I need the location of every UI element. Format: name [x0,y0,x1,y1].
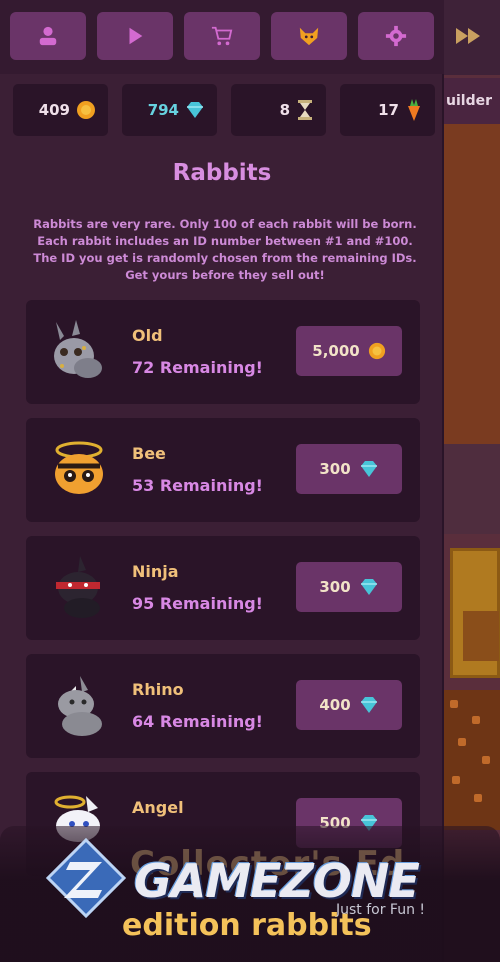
coin-count: 409 [38,101,70,119]
rabbit-remaining: 72 Remaining! [132,358,263,377]
gem-icon [187,102,203,118]
resource-bar: 409 794 8 17 [0,74,444,148]
price-label: 5,000 [312,342,360,360]
bg-building-card [450,548,500,678]
hourglass-icon [298,100,312,120]
bg-grid-band [444,444,500,534]
price-label: 300 [319,460,351,478]
play-icon [129,27,143,45]
rabbit-card-old: Old 72 Remaining! 5,000 [26,300,420,404]
rabbit-card-bee: Bee 53 Remaining! 300 [26,418,420,522]
background-game-scene: uilder [444,0,500,962]
fox-face-icon [299,27,319,46]
gem-icon [360,697,377,713]
pet-button[interactable] [271,12,347,60]
hourglass-counter: 8 [231,84,326,136]
shop-description: Rabbits are very rare. Only 100 of each … [33,217,417,282]
price-label: 300 [319,578,351,596]
rabbit-name: Old [132,326,163,345]
carrot-count: 17 [378,101,399,119]
cart-icon [211,26,233,46]
coin-counter: 409 [13,84,108,136]
shop-button[interactable] [184,12,260,60]
ninja-rabbit-portrait [56,556,100,618]
fast-forward-button[interactable] [448,18,488,54]
price-label: 400 [319,696,351,714]
gem-counter: 794 [122,84,217,136]
rabbit-remaining: 95 Remaining! [132,594,263,613]
buy-ninja-button[interactable]: 300 [296,562,402,612]
carrot-counter: 17 [340,84,435,136]
rabbit-name: Ninja [132,562,179,581]
rabbit-shop-panel: 409 794 8 17 Rabbits Rabbits are very ra… [0,0,444,962]
rhino-rabbit-portrait [58,676,102,736]
promo-logo-text: GAMEZONE [134,854,420,908]
rabbit-remaining: 64 Remaining! [132,712,263,731]
promo-subtitle: edition rabbits [122,908,372,943]
rabbit-card-rhino: Rhino 64 Remaining! 400 [26,654,420,758]
old-rabbit-portrait [54,320,102,378]
gem-icon [360,461,377,477]
hourglass-count: 8 [279,101,290,119]
bg-rock-field [444,690,500,830]
coin-icon [368,342,385,360]
buy-old-button[interactable]: 5,000 [296,326,402,376]
person-icon [39,26,57,46]
fast-forward-icon [456,28,480,44]
gear-icon [385,25,407,47]
buy-rhino-button[interactable]: 400 [296,680,402,730]
rabbit-name: Rhino [132,680,184,699]
gem-icon [360,579,377,595]
page-title: Rabbits [172,160,272,186]
buy-bee-button[interactable]: 300 [296,444,402,494]
carrot-icon [408,99,420,121]
profile-button[interactable] [10,12,86,60]
play-button[interactable] [97,12,173,60]
rabbit-name: Bee [132,444,166,463]
rabbit-remaining: 53 Remaining! [132,476,263,495]
gamezone-logo-icon [46,838,126,918]
gem-count: 794 [147,101,179,119]
coin-icon [77,101,95,119]
bee-rabbit-portrait [55,441,103,494]
rabbit-name: Angel [132,798,184,817]
promo-watermark: Collector's Ed GAMEZONE Just for Fun ! e… [0,826,500,962]
settings-button[interactable] [358,12,434,60]
bg-builder-label: uilder [444,78,500,124]
rabbit-card-ninja: Ninja 95 Remaining! 300 [26,536,420,640]
top-toolbar [0,0,444,74]
bg-dirt-area [444,124,500,444]
